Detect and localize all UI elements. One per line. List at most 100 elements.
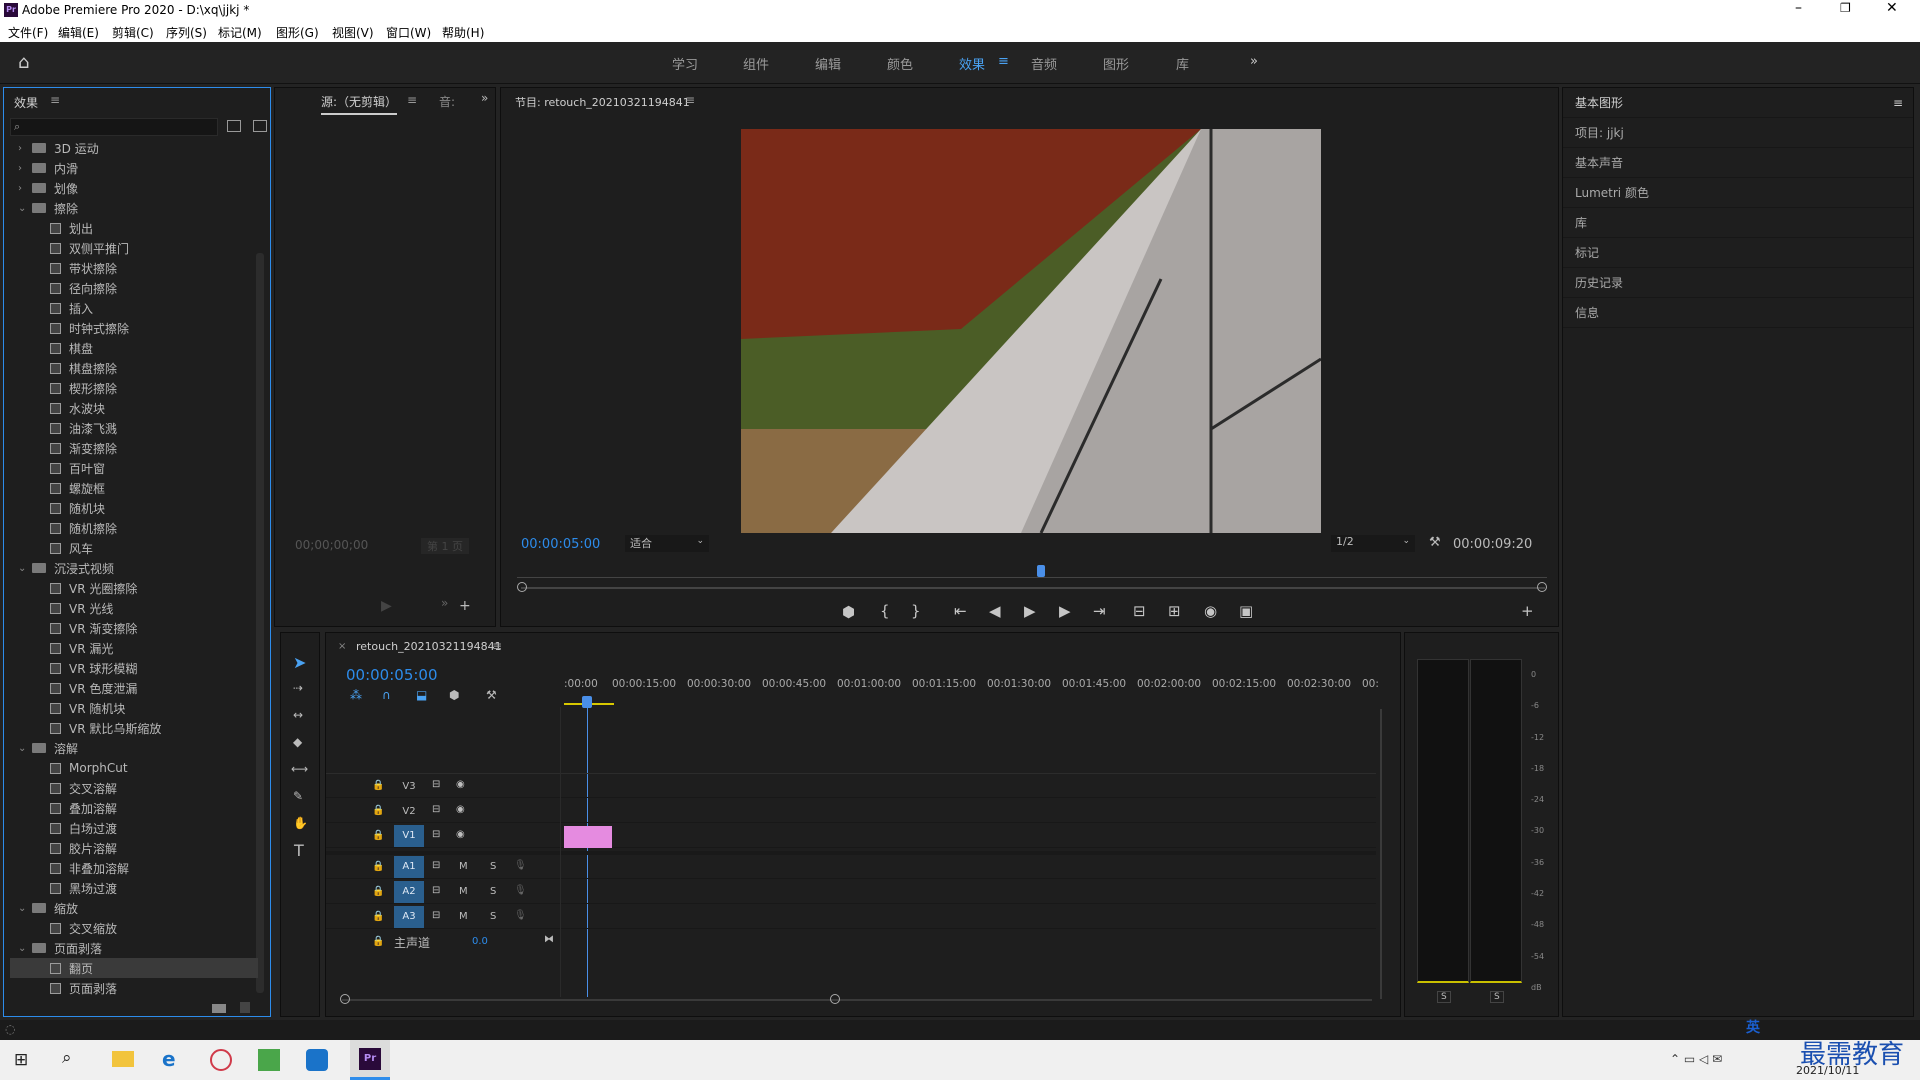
effects-folder[interactable]: › 内滑 — [10, 158, 258, 178]
effect-item[interactable]: VR 默比乌斯缩放 — [10, 718, 258, 738]
menu-marker[interactable]: 标记(M) — [218, 24, 262, 41]
chevron-down-icon[interactable]: ⌄ — [18, 743, 32, 754]
linked-selection-icon[interactable]: ∩ — [382, 688, 391, 702]
close-sequence-icon[interactable]: × — [338, 641, 346, 652]
workspace-color[interactable]: 颜色 — [887, 54, 913, 73]
marker-icon[interactable]: ⬢ — [449, 688, 459, 702]
solo-button[interactable]: S — [490, 911, 496, 922]
extract-icon[interactable]: ⊞ — [1168, 602, 1181, 620]
lock-icon[interactable]: 🔒 — [372, 911, 384, 922]
solo-left-button[interactable]: S — [1437, 991, 1451, 1003]
pen-tool-icon[interactable]: ✎ — [293, 789, 303, 803]
effect-item[interactable]: 翻页 — [10, 958, 258, 978]
lock-icon[interactable]: 🔒 — [372, 830, 384, 841]
effects-folder[interactable]: ⌄ 缩放 — [10, 898, 258, 918]
go-to-in-icon[interactable]: ⇤ — [954, 602, 967, 620]
hscroll-handle-right[interactable] — [830, 994, 840, 1004]
effects-folder[interactable]: ⌄ 沉浸式视频 — [10, 558, 258, 578]
effect-item[interactable]: VR 渐变擦除 — [10, 618, 258, 638]
chevron-right-icon[interactable]: › — [18, 143, 32, 154]
lumetri-color-header[interactable]: Lumetri 颜色 — [1563, 178, 1913, 208]
effect-item[interactable]: VR 球形模糊 — [10, 658, 258, 678]
solo-button[interactable]: S — [490, 861, 496, 872]
step-back-icon[interactable]: ◀ — [989, 602, 1001, 620]
essential-sound-header[interactable]: 基本声音 — [1563, 148, 1913, 178]
mark-out-icon[interactable]: } — [911, 602, 921, 620]
workspace-effects[interactable]: 效果 — [959, 54, 985, 73]
mic-icon[interactable]: 🎙 — [514, 885, 527, 896]
effect-item[interactable]: 叠加溶解 — [10, 798, 258, 818]
sync-lock-icon[interactable]: ⊟ — [432, 860, 440, 871]
master-volume-value[interactable]: 0.0 — [472, 936, 488, 947]
file-explorer-icon[interactable] — [112, 1051, 134, 1067]
effect-item[interactable]: 百叶窗 — [10, 458, 258, 478]
app-icon-3[interactable] — [306, 1049, 328, 1071]
program-ruler[interactable] — [517, 568, 1547, 578]
snap-icon[interactable]: ⁂ — [350, 688, 362, 702]
menu-clip[interactable]: 剪辑(C) — [112, 24, 154, 41]
workspace-menu-icon[interactable]: ≡ — [998, 54, 1009, 69]
solo-right-button[interactable]: S — [1490, 991, 1504, 1003]
effect-item[interactable]: 划出 — [10, 218, 258, 238]
source-more-icon[interactable]: » — [441, 596, 448, 610]
lock-icon[interactable]: 🔒 — [372, 805, 384, 816]
program-add-icon[interactable]: + — [1521, 602, 1534, 620]
step-forward-icon[interactable]: ▶ — [1059, 602, 1071, 620]
source-tab[interactable]: 源:（无剪辑） — [321, 93, 398, 115]
workspace-graphics[interactable]: 图形 — [1103, 54, 1129, 73]
mic-icon[interactable]: 🎙 — [514, 910, 527, 921]
video-clip[interactable] — [564, 826, 612, 848]
effect-item[interactable]: 双侧平推门 — [10, 238, 258, 258]
comparison-view-icon[interactable]: ▣ — [1239, 602, 1253, 620]
maximize-button[interactable]: ❐ — [1840, 1, 1851, 15]
menu-view[interactable]: 视图(V) — [332, 24, 374, 41]
workspace-editing[interactable]: 编辑 — [815, 54, 841, 73]
track-label[interactable]: V2 — [396, 804, 422, 819]
close-button[interactable]: ✕ — [1886, 0, 1898, 16]
track-label[interactable]: A1 — [394, 856, 424, 878]
eye-icon[interactable]: ◉ — [456, 829, 465, 840]
new-bin-icon-2[interactable] — [253, 120, 267, 132]
solo-button[interactable]: S — [490, 886, 496, 897]
menu-graphics[interactable]: 图形(G) — [276, 24, 319, 41]
effects-folder[interactable]: ⌄ 擦除 — [10, 198, 258, 218]
effect-item[interactable]: 径向擦除 — [10, 278, 258, 298]
lock-icon[interactable]: 🔒 — [372, 780, 384, 791]
effects-search-input[interactable]: ⌕ — [10, 118, 218, 136]
menu-edit[interactable]: 编辑(E) — [58, 24, 99, 41]
ripple-edit-tool-icon[interactable]: ↔ — [293, 708, 303, 722]
resolution-dropdown[interactable]: 1/2 ⌄ — [1331, 535, 1415, 552]
info-header[interactable]: 信息 — [1563, 298, 1913, 328]
effect-item[interactable]: 风车 — [10, 538, 258, 558]
effects-folder[interactable]: › 3D 运动 — [10, 138, 258, 158]
effect-item[interactable]: 交叉缩放 — [10, 918, 258, 938]
libraries-header[interactable]: 库 — [1563, 208, 1913, 238]
fit-dropdown[interactable]: 适合 ⌄ — [625, 535, 709, 552]
mute-button[interactable]: M — [459, 861, 468, 872]
add-marker-icon[interactable]: ⬢ — [842, 603, 855, 621]
play-icon[interactable]: ▶ — [1024, 602, 1036, 620]
source-play-icon[interactable]: ▶ — [381, 598, 392, 614]
effect-item[interactable]: MorphCut — [10, 758, 258, 778]
panel-menu-icon[interactable]: ≡ — [685, 93, 695, 107]
new-folder-icon[interactable] — [212, 1004, 226, 1013]
timeline-settings-icon[interactable]: ⚒ — [486, 688, 497, 702]
track-label[interactable]: A3 — [394, 906, 424, 928]
effect-item[interactable]: 螺旋框 — [10, 478, 258, 498]
workspace-learning[interactable]: 学习 — [672, 54, 698, 73]
workspace-assembly[interactable]: 组件 — [743, 54, 769, 73]
menu-help[interactable]: 帮助(H) — [442, 24, 484, 41]
more-workspaces-icon[interactable]: » — [1250, 54, 1258, 69]
home-icon[interactable]: ⌂ — [18, 52, 29, 73]
timeline-ruler[interactable]: :00:00 00:00:15:00 00:00:30:00 00:00:45:… — [564, 678, 1384, 692]
track-label[interactable]: V3 — [396, 779, 422, 794]
workspace-libraries[interactable]: 库 — [1176, 54, 1189, 73]
effect-item[interactable]: 时钟式擦除 — [10, 318, 258, 338]
chevron-down-icon[interactable]: ⌄ — [18, 203, 32, 214]
effect-item[interactable]: 黑场过渡 — [10, 878, 258, 898]
mic-icon[interactable]: 🎙 — [514, 860, 527, 871]
export-frame-icon[interactable]: ◉ — [1204, 602, 1217, 620]
ime-indicator[interactable]: 英 — [1746, 1017, 1760, 1037]
effect-item[interactable]: 交叉溶解 — [10, 778, 258, 798]
track-label[interactable]: A2 — [394, 881, 424, 903]
